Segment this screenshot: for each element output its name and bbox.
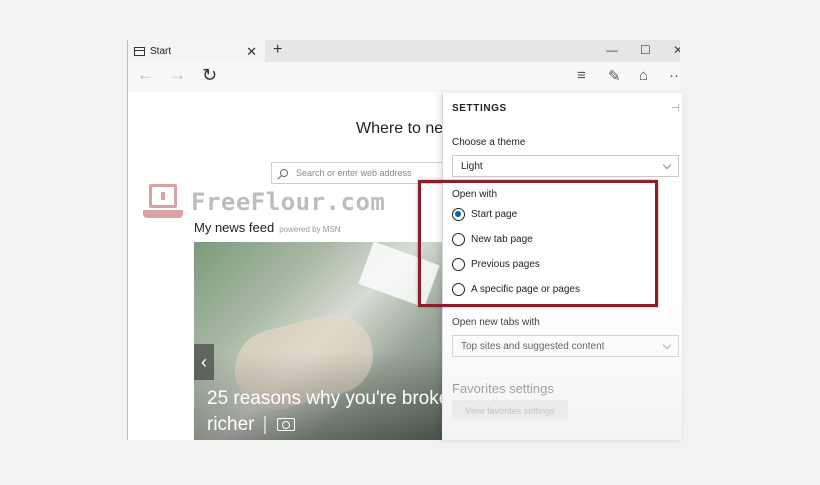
radio-button[interactable] bbox=[452, 283, 465, 296]
open-with-label: Open with bbox=[452, 189, 498, 200]
favorites-heading: Favorites settings bbox=[452, 381, 554, 396]
news-feed-label: My news feed bbox=[194, 220, 275, 235]
radio-button[interactable] bbox=[452, 233, 465, 246]
tab-close-icon[interactable]: ✕ bbox=[246, 44, 257, 60]
web-note-icon[interactable]: ✎ bbox=[608, 67, 621, 85]
more-icon[interactable]: ··· bbox=[669, 67, 680, 84]
pin-icon[interactable]: ⊣ bbox=[671, 103, 680, 114]
headline-line1: 25 reasons why you're broke bbox=[207, 388, 444, 409]
previous-arrow-icon[interactable]: ‹ bbox=[194, 344, 214, 380]
minimize-button[interactable]: — bbox=[606, 43, 618, 57]
tab-start[interactable]: Start ✕ bbox=[128, 40, 265, 62]
title-bar: Start ✕ + — ☐ ✕ bbox=[128, 40, 680, 62]
headline-line2: richer bbox=[207, 414, 255, 435]
tab-title: Start bbox=[150, 45, 172, 57]
share-icon[interactable]: ⌂ bbox=[639, 67, 648, 84]
news-headline[interactable]: 25 reasons why you're broke richer | bbox=[207, 386, 444, 438]
close-window-button[interactable]: ✕ bbox=[673, 43, 680, 57]
new-tab-button[interactable]: + bbox=[273, 41, 282, 59]
tab-page-icon bbox=[134, 46, 145, 56]
back-arrow-icon[interactable]: ← bbox=[137, 65, 154, 85]
radio-label: Previous pages bbox=[471, 259, 540, 270]
start-heading: Where to ne bbox=[356, 120, 444, 137]
theme-dropdown[interactable]: Light bbox=[452, 155, 679, 177]
radio-label: Start page bbox=[471, 209, 518, 220]
reading-list-icon[interactable]: ≡ bbox=[577, 67, 586, 84]
chevron-down-icon bbox=[662, 340, 672, 350]
navigation-toolbar: ← → ↻ ≡ ✎ ⌂ ··· bbox=[128, 62, 680, 92]
forward-arrow-icon[interactable]: → bbox=[169, 65, 186, 85]
radio-label: New tab page bbox=[471, 234, 533, 245]
watermark: FreeFlour.com bbox=[143, 184, 385, 220]
settings-title: SETTINGS bbox=[452, 103, 507, 114]
watermark-text: FreeFlour.com bbox=[191, 188, 386, 216]
radio-new-tab-page[interactable]: New tab page bbox=[452, 233, 533, 246]
theme-label: Choose a theme bbox=[452, 137, 526, 148]
camera-icon bbox=[277, 418, 296, 431]
radio-label: A specific page or pages bbox=[471, 284, 580, 295]
radio-specific-page[interactable]: A specific page or pages bbox=[452, 283, 580, 296]
new-tabs-dropdown[interactable]: Top sites and suggested content bbox=[452, 335, 679, 357]
credit-card-image bbox=[358, 242, 440, 308]
new-tabs-value: Top sites and suggested content bbox=[461, 340, 605, 352]
news-feed-title: My news feed powered by MSN bbox=[194, 220, 341, 235]
radio-previous-pages[interactable]: Previous pages bbox=[452, 258, 540, 271]
maximize-button[interactable]: ☐ bbox=[640, 43, 651, 57]
search-placeholder: Search or enter web address bbox=[296, 168, 412, 178]
reload-icon[interactable]: ↻ bbox=[202, 65, 217, 86]
view-favorites-button[interactable]: View favorites settings bbox=[452, 400, 568, 421]
laptop-logo-icon bbox=[143, 184, 183, 220]
settings-pane: SETTINGS ⊣ Choose a theme Light Open wit… bbox=[442, 93, 682, 440]
search-input[interactable]: Search or enter web address bbox=[271, 162, 471, 184]
news-feed-powered: powered by MSN bbox=[279, 225, 341, 234]
chevron-down-icon bbox=[662, 160, 672, 170]
radio-start-page[interactable]: Start page bbox=[452, 208, 517, 221]
theme-value: Light bbox=[461, 160, 483, 172]
new-tabs-label: Open new tabs with bbox=[452, 317, 540, 328]
news-card[interactable]: ‹ 25 reasons why you're broke richer | bbox=[194, 242, 444, 440]
radio-button[interactable] bbox=[452, 258, 465, 271]
search-icon bbox=[280, 169, 288, 177]
radio-button-checked[interactable] bbox=[452, 208, 465, 221]
